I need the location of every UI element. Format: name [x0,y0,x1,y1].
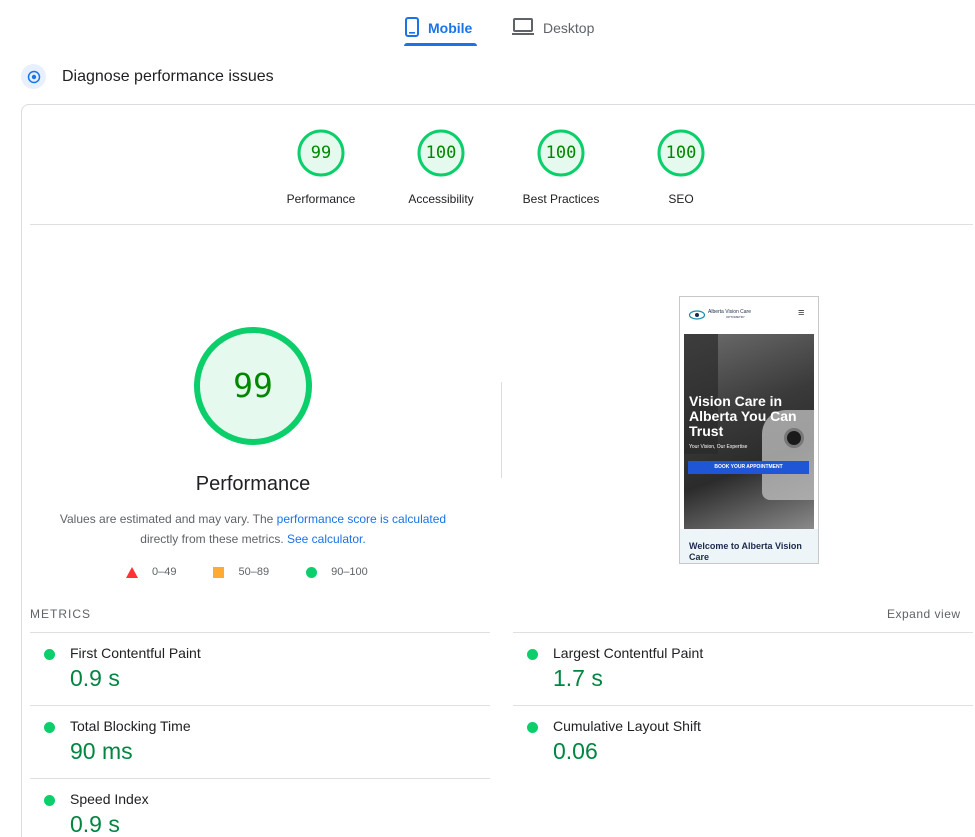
gauge-label: Accessibility [408,192,474,206]
gauge-label: Best Practices [522,192,600,206]
section-title: Diagnose performance issues [62,67,274,85]
hero-button: BOOK YOUR APPOINTMENT [688,461,809,474]
triangle-icon [126,566,138,578]
pass-dot-icon [527,722,538,733]
gauge-score: 100 [425,143,457,163]
gauge-ring: 100 [536,128,586,178]
metric-value: 0.9 s [70,811,120,837]
metric-value: 90 ms [70,738,133,764]
metric-name: Speed Index [70,791,149,807]
divider [513,705,973,706]
metric-name: Total Blocking Time [70,718,191,734]
expand-view-button[interactable]: Expand view [887,607,961,621]
diagnose-icon [21,64,46,89]
mobile-icon [405,16,419,40]
performance-title: Performance [195,473,311,495]
desktop-icon [512,17,534,39]
divider [513,632,973,633]
legend-pass-label: 90–100 [331,566,368,578]
metric-value: 0.06 [553,738,598,764]
metric-value: 0.9 s [70,665,120,691]
metric-name: First Contentful Paint [70,645,201,661]
gauge-score: 100 [665,143,697,163]
legend-average-label: 50–89 [238,566,270,578]
hero-subtitle: Your Vision, Our Expertise [689,444,748,450]
desc-text: Values are estimated and may vary. The [59,512,277,526]
gauge-ring: 100 [416,128,466,178]
pass-dot-icon [44,722,55,733]
legend-fail: 0–49 [126,566,176,578]
divider [30,705,490,706]
tab-desktop-label: Desktop [543,20,595,36]
legend-pass: 90–100 [306,566,368,578]
device-tabs: Mobile Desktop [0,0,975,48]
metric-name: Cumulative Layout Shift [553,718,701,734]
divider [30,632,490,633]
vertical-divider [501,382,502,478]
tab-desktop[interactable]: Desktop [512,10,594,46]
performance-description: Values are estimated and may vary. The p… [48,509,458,549]
performance-gauge: 99 [192,325,314,447]
gauge-ring: 100 [656,128,706,178]
page-screenshot: Alberta Vision Care OPTOMETRY ≡ Vision C… [679,296,819,564]
screenshot-logo: Alberta Vision Care OPTOMETRY [689,310,751,320]
desc-text: directly from these metrics. [140,532,287,546]
performance-score: 99 [233,366,273,405]
see-calculator-link[interactable]: See calculator. [287,532,366,546]
section-header: Diagnose performance issues [21,64,274,89]
tab-mobile[interactable]: Mobile [405,10,472,46]
screenshot-header: Alberta Vision Care OPTOMETRY ≡ [680,297,818,333]
gauge-performance[interactable]: 99 Performance [261,128,381,206]
gauge-label: SEO [668,192,694,206]
gauge-best-practices[interactable]: 100 Best Practices [501,128,621,206]
screenshot-hero: Vision Care in Alberta You Can Trust You… [684,334,814,529]
pass-dot-icon [44,649,55,660]
square-icon [213,566,225,578]
divider [30,778,490,779]
metric-value: 1.7 s [553,665,603,691]
screenshot-welcome-section: Welcome to Alberta Vision Care [680,529,818,563]
metrics-label: METRICS [30,607,91,621]
gauge-seo[interactable]: 100 SEO [621,128,741,206]
gauge-score: 99 [310,143,332,163]
gauge-accessibility[interactable]: 100 Accessibility [381,128,501,206]
hamburger-menu-icon: ≡ [798,307,805,319]
eye-icon [689,310,705,320]
gauge-label: Performance [286,192,356,206]
score-legend: 0–49 50–89 90–100 [126,566,368,578]
tab-mobile-label: Mobile [428,20,473,36]
legend-average: 50–89 [213,566,269,578]
divider [30,224,973,225]
welcome-heading: Welcome to Alberta Vision Care [689,541,802,562]
logo-subtext: OPTOMETRY [726,315,745,319]
pass-dot-icon [527,649,538,660]
gauge-score: 100 [545,143,577,163]
score-calculated-link[interactable]: performance score is calculated [277,512,446,526]
pass-dot-icon [44,795,55,806]
gauge-ring: 99 [296,128,346,178]
legend-fail-label: 0–49 [152,566,177,578]
active-tab-indicator [404,43,477,46]
hero-title: Vision Care in Alberta You Can Trust [689,393,797,439]
circle-icon [306,566,318,578]
metric-name: Largest Contentful Paint [553,645,704,661]
